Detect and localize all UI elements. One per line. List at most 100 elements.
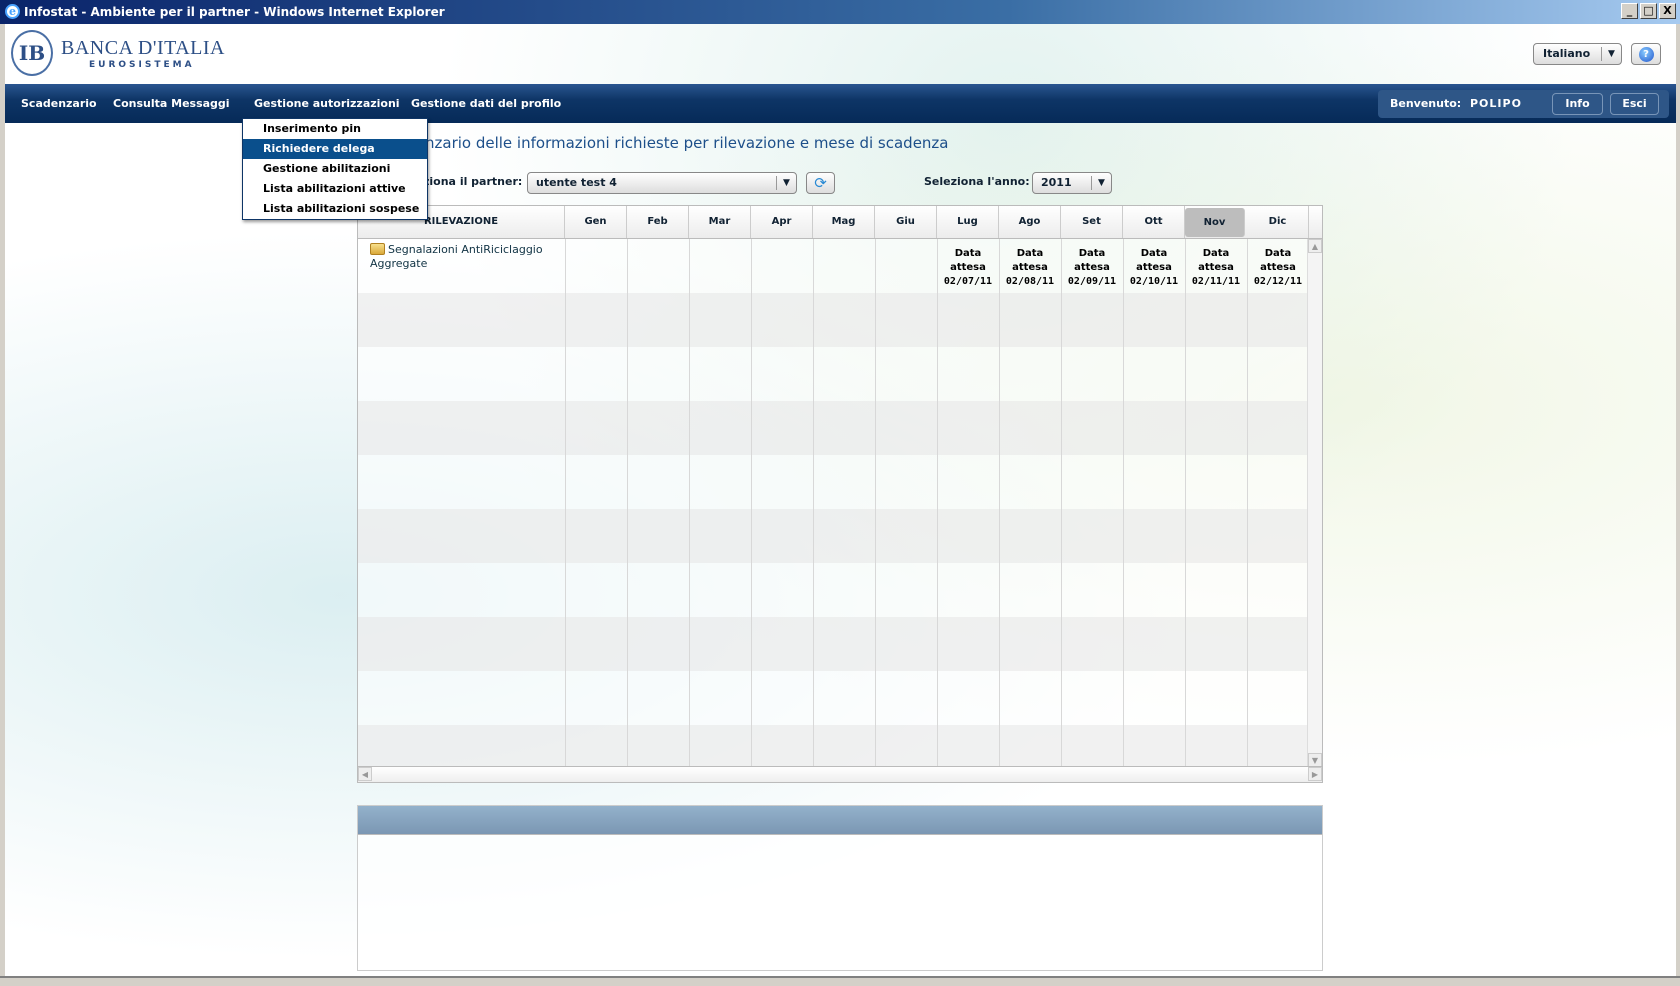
help-button[interactable]: ? [1631,43,1661,65]
grid-header: RILEVAZIONE Gen Feb Mar Apr Mag Giu Lug Ago Set Ot… [358,206,1322,239]
info-button[interactable]: Info [1552,93,1603,115]
menu-item-inserimento-pin[interactable]: Inserimento pin [243,119,427,139]
deadline-cell-set[interactable]: Data attesa 02/09/11 [1061,247,1123,289]
scroll-down-icon[interactable]: ▼ [1308,753,1322,767]
column-header-set[interactable]: Set [1061,206,1123,238]
scroll-left-icon[interactable]: ◀ [358,767,372,781]
nav-consulta-messaggi[interactable]: Consulta Messaggi [113,84,230,123]
language-select[interactable]: Italiano ▼ [1533,43,1622,65]
menu-item-gestione-abilitazioni[interactable]: Gestione abilitazioni [243,159,427,179]
chevron-down-icon: ▼ [1091,176,1111,190]
gestione-autorizzazioni-dropdown: Inserimento pin Richiedere delega Gestio… [242,118,428,220]
column-divider [999,239,1000,767]
row-stripe [358,509,1308,563]
logo-title: BANCA D'ITALIA [61,36,225,59]
column-header-ott[interactable]: Ott [1123,206,1185,238]
partner-label: ziona il partner: [423,175,523,188]
welcome-label: Benvenuto: [1390,97,1462,110]
deadline-date: 02/09/11 [1067,276,1117,287]
horizontal-scrollbar[interactable]: ◀ ▶ [358,766,1322,782]
column-divider [1185,239,1186,767]
row-stripe [358,401,1308,455]
chevron-down-icon: ▼ [1601,47,1621,61]
chevron-down-icon: ▼ [776,176,796,190]
column-header-nov[interactable]: Nov [1185,208,1245,237]
logo-subtitle: EUROSISTEMA [89,59,195,70]
header: IB BANCA D'ITALIA EUROSISTEMA Italiano ▼ … [5,24,1676,84]
deadline-label: Data attesa [1260,248,1296,273]
detail-panel [357,805,1323,971]
column-header-lug[interactable]: Lug [937,206,999,238]
deadline-label: Data attesa [1136,248,1172,273]
column-header-giu[interactable]: Giu [875,206,937,238]
deadline-label: Data attesa [1074,248,1110,273]
column-divider [937,239,938,767]
ie-icon: e [5,4,20,19]
row-stripe [358,293,1308,347]
column-header-mag[interactable]: Mag [813,206,875,238]
taskbar-strip [0,976,1680,986]
menu-item-lista-abilitazioni-sospese[interactable]: Lista abilitazioni sospese [243,199,427,219]
deadline-cell-ott[interactable]: Data attesa 02/10/11 [1123,247,1185,289]
column-divider [689,239,690,767]
help-icon: ? [1638,47,1654,62]
column-header-gen[interactable]: Gen [565,206,627,238]
logo-emblem-icon: IB [11,30,53,76]
nav-scadenzario[interactable]: Scadenzario [21,84,97,123]
year-value: 2011 [1041,176,1072,189]
folder-icon [370,243,385,255]
scroll-up-icon[interactable]: ▲ [1308,239,1322,253]
user-panel: Benvenuto: POLIPO Info Esci [1378,90,1669,118]
menu-item-lista-abilitazioni-attive[interactable]: Lista abilitazioni attive [243,179,427,199]
maximize-button[interactable]: □ [1640,3,1657,19]
column-divider [813,239,814,767]
deadline-date: 02/07/11 [943,276,993,287]
year-select[interactable]: 2011 ▼ [1032,172,1112,194]
menu-item-richiedere-delega[interactable]: Richiedere delega [243,139,427,159]
browser-content: IB BANCA D'ITALIA EUROSISTEMA Italiano ▼ … [5,24,1676,976]
detail-panel-header [358,806,1322,835]
deadline-cell-ago[interactable]: Data attesa 02/08/11 [999,247,1061,289]
column-header-ago[interactable]: Ago [999,206,1061,238]
minimize-button[interactable]: _ [1621,3,1638,19]
vertical-scrollbar[interactable]: ▲ ▼ [1307,239,1322,767]
partner-select[interactable]: utente test 4 ▼ [527,172,797,194]
deadline-cell-nov[interactable]: Data attesa 02/11/11 [1185,247,1247,289]
close-button[interactable]: X [1659,3,1676,19]
nav-gestione-dati-profilo[interactable]: Gestione dati del profilo [411,84,561,123]
column-divider [1061,239,1062,767]
deadline-date: 02/08/11 [1005,276,1055,287]
username: POLIPO [1470,97,1522,110]
column-divider [875,239,876,767]
deadline-date: 02/12/11 [1253,276,1303,287]
column-header-mar[interactable]: Mar [689,206,751,238]
logout-button[interactable]: Esci [1610,93,1659,115]
column-header-dic[interactable]: Dic [1247,206,1309,238]
banca-italia-logo: IB BANCA D'ITALIA EUROSISTEMA [11,30,225,76]
deadline-label: Data attesa [1012,248,1048,273]
refresh-icon: ⟳ [814,174,827,192]
column-divider [1123,239,1124,767]
column-divider [565,239,566,767]
refresh-button[interactable]: ⟳ [806,172,835,194]
page-title: nzario delle informazioni richieste per … [425,134,949,152]
row-stripe [358,617,1308,671]
window-titlebar: e Infostat - Ambiente per il partner - W… [0,0,1680,24]
deadline-date: 02/11/11 [1191,276,1241,287]
rilevazione-cell[interactable]: Segnalazioni AntiRiciclaggio Aggregate [370,243,560,271]
scroll-right-icon[interactable]: ▶ [1308,767,1322,781]
scadenzario-grid: RILEVAZIONE Gen Feb Mar Apr Mag Giu Lug Ago Set Ot… [357,205,1323,783]
deadline-date: 02/10/11 [1129,276,1179,287]
rilevazione-name: Segnalazioni AntiRiciclaggio Aggregate [370,243,543,270]
column-divider [1247,239,1248,767]
window-title: Infostat - Ambiente per il partner - Win… [24,5,445,19]
column-divider [627,239,628,767]
deadline-cell-dic[interactable]: Data attesa 02/12/11 [1247,247,1309,289]
partner-value: utente test 4 [536,176,617,189]
deadline-cell-lug[interactable]: Data attesa 02/07/11 [937,247,999,289]
deadline-label: Data attesa [1198,248,1234,273]
column-header-feb[interactable]: Feb [627,206,689,238]
column-divider [751,239,752,767]
language-value: Italiano [1543,47,1591,60]
column-header-apr[interactable]: Apr [751,206,813,238]
